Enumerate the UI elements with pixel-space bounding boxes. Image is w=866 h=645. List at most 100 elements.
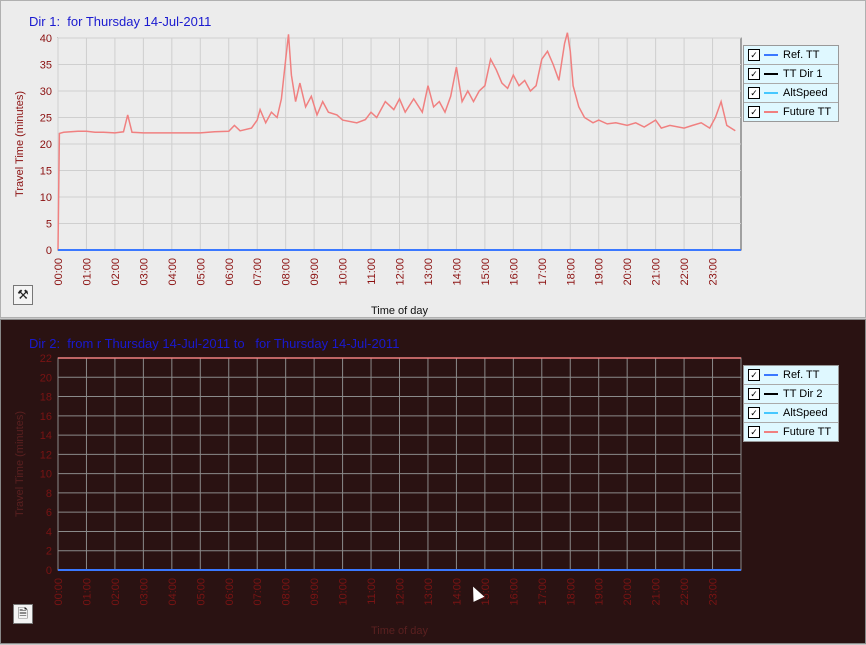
y-tick-label: 2: [46, 546, 52, 558]
legend-label: AltSpeed: [783, 407, 828, 419]
x-tick-label: 17:00: [537, 578, 549, 606]
legend-label: AltSpeed: [783, 87, 828, 99]
y-tick-label: 4: [46, 526, 52, 538]
y-tick-label: 16: [40, 411, 52, 423]
x-tick-label: 05:00: [195, 258, 207, 286]
y-tick-label: 20: [40, 139, 52, 151]
x-tick-label: 19:00: [594, 578, 606, 606]
legend-checkbox[interactable]: ✓: [748, 68, 760, 80]
legend-item[interactable]: ✓ Ref. TT: [744, 366, 838, 384]
legend-item[interactable]: ✓ Future TT: [744, 102, 838, 121]
x-tick-label: 18:00: [565, 258, 577, 286]
legend-label: Ref. TT: [783, 369, 820, 381]
dir2-legend: ✓ Ref. TT ✓ TT Dir 2 ✓ AltSpeed ✓ Future TT: [743, 365, 839, 442]
y-tick-label: 35: [40, 60, 52, 72]
legend-label: Future TT: [783, 106, 832, 118]
y-tick-label: 14: [40, 430, 52, 442]
x-tick-label: 08:00: [281, 578, 293, 606]
y-tick-label: 5: [46, 219, 52, 231]
legend-swatch: [764, 54, 778, 56]
x-tick-label: 21:00: [651, 258, 663, 286]
x-tick-label: 11:00: [366, 578, 378, 605]
y-axis-label: Travel Time (minutes): [14, 91, 26, 197]
y-tick-label: 15: [40, 166, 52, 178]
x-tick-label: 02:00: [110, 578, 122, 606]
dir1-legend: ✓ Ref. TT ✓ TT Dir 1 ✓ AltSpeed ✓ Future TT: [743, 45, 839, 122]
legend-checkbox[interactable]: ✓: [748, 49, 760, 61]
y-tick-label: 40: [40, 33, 52, 45]
x-tick-label: 22:00: [679, 258, 691, 286]
legend-item[interactable]: ✓ AltSpeed: [744, 403, 838, 422]
legend-label: TT Dir 1: [783, 68, 823, 80]
legend-item[interactable]: ✓ TT Dir 1: [744, 64, 838, 83]
x-tick-label: 09:00: [309, 578, 321, 606]
x-tick-label: 04:00: [167, 258, 179, 286]
y-tick-label: 0: [46, 565, 52, 577]
document-icon[interactable]: 🗎: [13, 604, 33, 624]
legend-swatch: [764, 393, 778, 395]
x-tick-label: 03:00: [138, 578, 150, 606]
x-tick-label: 20:00: [622, 258, 634, 286]
dir2-panel: Dir 2: from r Thursday 14-Jul-2011 to fo…: [0, 319, 866, 644]
y-tick-label: 10: [40, 192, 52, 204]
y-tick-label: 6: [46, 507, 52, 519]
legend-label: TT Dir 2: [783, 388, 823, 400]
x-tick-label: 06:00: [224, 578, 236, 606]
legend-checkbox[interactable]: ✓: [748, 407, 760, 419]
x-tick-label: 13:00: [423, 258, 435, 286]
x-tick-label: 00:00: [53, 258, 65, 286]
x-tick-label: 08:00: [281, 258, 293, 286]
x-tick-label: 20:00: [622, 578, 634, 606]
legend-swatch: [764, 412, 778, 414]
dir2-chart: 0 2 4 6 8 10 12 14 16 18 20 22 00:00 01:00 02:00 03:00 0…: [14, 353, 742, 637]
legend-item[interactable]: ✓ TT Dir 2: [744, 384, 838, 403]
x-tick-label: 23:00: [708, 258, 720, 286]
y-axis-label: Travel Time (minutes): [14, 411, 26, 517]
y-tick-label: 12: [40, 449, 52, 461]
legend-label: Ref. TT: [783, 49, 820, 61]
x-tick-label: 14:00: [451, 578, 463, 606]
dir1-chart: 0 5 10 15 20 25 30 35 40 00:00 01:00 02:00 03:00 04:0…: [14, 32, 742, 317]
x-tick-label: 17:00: [537, 258, 549, 286]
dir1-panel: Dir 1: for Thursday 14-Jul-2011 0 5 10 15 20…: [0, 0, 866, 318]
x-tick-label: 11:00: [366, 258, 378, 285]
legend-checkbox[interactable]: ✓: [748, 426, 760, 438]
y-tick-label: 30: [40, 86, 52, 98]
y-tick-label: 8: [46, 488, 52, 500]
legend-checkbox[interactable]: ✓: [748, 388, 760, 400]
y-tick-label: 25: [40, 113, 52, 125]
legend-item[interactable]: ✓ AltSpeed: [744, 83, 838, 102]
legend-item[interactable]: ✓ Ref. TT: [744, 46, 838, 64]
x-axis-label: Time of day: [371, 305, 429, 317]
y-tick-label: 10: [40, 469, 52, 481]
x-tick-label: 15:00: [480, 258, 492, 286]
x-tick-label: 06:00: [224, 258, 236, 286]
legend-checkbox[interactable]: ✓: [748, 369, 760, 381]
x-tick-label: 01:00: [81, 258, 93, 286]
y-tick-label: 20: [40, 372, 52, 384]
x-tick-label: 10:00: [338, 578, 350, 606]
legend-label: Future TT: [783, 426, 832, 438]
x-tick-label: 16:00: [508, 578, 520, 606]
x-tick-label: 21:00: [651, 578, 663, 606]
legend-swatch: [764, 73, 778, 75]
legend-checkbox[interactable]: ✓: [748, 106, 760, 118]
x-tick-label: 04:00: [167, 578, 179, 606]
legend-swatch: [764, 92, 778, 94]
x-tick-label: 16:00: [508, 258, 520, 286]
legend-swatch: [764, 431, 778, 433]
x-tick-label: 18:00: [565, 578, 577, 606]
x-tick-label: 12:00: [395, 258, 407, 286]
wrench-screwdriver-icon[interactable]: ⚒: [13, 285, 33, 305]
x-tick-label: 09:00: [309, 258, 321, 286]
x-tick-label: 00:00: [53, 578, 65, 606]
x-tick-label: 10:00: [338, 258, 350, 286]
x-tick-label: 07:00: [252, 578, 264, 606]
legend-checkbox[interactable]: ✓: [748, 87, 760, 99]
x-tick-label: 13:00: [423, 578, 435, 606]
x-tick-label: 05:00: [195, 578, 207, 606]
x-tick-label: 22:00: [679, 578, 691, 606]
y-tick-label: 0: [46, 245, 52, 257]
legend-item[interactable]: ✓ Future TT: [744, 422, 838, 441]
x-tick-label: 01:00: [81, 578, 93, 606]
